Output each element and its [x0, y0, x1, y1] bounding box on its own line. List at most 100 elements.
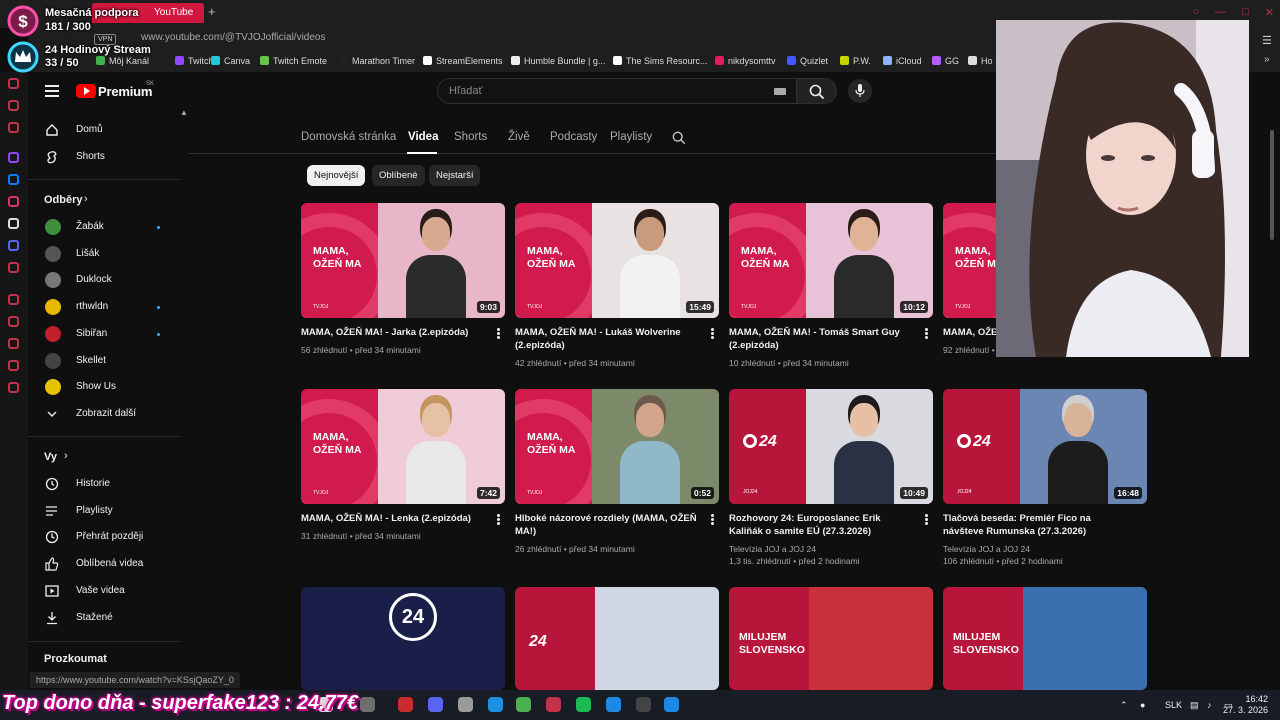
close-window-icon[interactable]: ✕ — [1265, 6, 1274, 19]
bookmark-item[interactable]: Humble Bundle | g... — [511, 56, 605, 66]
menu-icon[interactable] — [45, 85, 59, 97]
discord-icon[interactable] — [428, 697, 443, 712]
new-tab-button[interactable]: + — [208, 4, 216, 19]
more-actions-icon[interactable] — [925, 514, 928, 525]
steam-icon[interactable] — [488, 697, 503, 712]
volume-icon[interactable]: ♪ — [1207, 700, 1212, 710]
search-button[interactable] — [797, 78, 837, 104]
messenger-icon[interactable] — [8, 174, 19, 185]
video-card[interactable]: MILUJEM SLOVENSKO — [729, 587, 933, 690]
voice-search-button[interactable] — [848, 79, 872, 103]
video-thumbnail[interactable]: MAMA, OŽEŇ MA TVJOJ 7:42 — [301, 389, 505, 504]
video-thumbnail[interactable]: MAMA, OŽEŇ MA TVJOJ 15:49 — [515, 203, 719, 318]
sidebar-item[interactable]: Show Us — [28, 374, 183, 400]
video-card[interactable]: MILUJEM SLOVENSKO — [943, 587, 1147, 690]
tab-5[interactable]: Playlisty — [610, 131, 652, 143]
extension-icon[interactable] — [8, 122, 19, 133]
tab-2[interactable]: Shorts — [454, 131, 487, 143]
chrome-icon[interactable] — [516, 697, 531, 712]
video-title[interactable]: MAMA, OŽEŇ MA! - Tomáš Smart Guy (2.epiz… — [729, 326, 913, 352]
app-icon[interactable] — [546, 697, 561, 712]
youtube-premium-logo[interactable]: Premium — [98, 84, 152, 99]
more-actions-icon[interactable] — [711, 514, 714, 525]
language-indicator[interactable]: SLK — [1165, 700, 1182, 710]
video-title[interactable]: MAMA, OŽEŇ MA! - Lenka (2.epizóda) — [301, 512, 485, 525]
extension-icon[interactable] — [8, 360, 19, 371]
app-icon[interactable] — [636, 697, 651, 712]
more-actions-icon[interactable] — [711, 328, 714, 339]
video-thumbnail[interactable]: 24 JOJ24 16:48 — [943, 389, 1147, 504]
app-icon[interactable] — [606, 697, 621, 712]
video-thumbnail[interactable]: MAMA, OŽEŇ MA TVJOJ 9:03 — [301, 203, 505, 318]
discord-icon[interactable] — [8, 240, 19, 251]
video-thumbnail[interactable]: MILUJEM SLOVENSKO — [943, 587, 1147, 690]
sidebar-item[interactable]: Duklock — [28, 267, 183, 293]
sidebar-item[interactable]: Stažené — [28, 605, 183, 631]
video-thumbnail[interactable]: 24 JOJ24 10:49 — [729, 389, 933, 504]
extension-icon[interactable] — [8, 100, 19, 111]
app-icon[interactable] — [664, 697, 679, 712]
bookmark-item[interactable]: GG — [932, 56, 959, 66]
video-thumbnail[interactable]: MAMA, OŽEŇ MA TVJOJ 0:52 — [515, 389, 719, 504]
more-actions-icon[interactable] — [925, 328, 928, 339]
taskbar-clock[interactable]: 16:42 27. 3. 2026 — [1223, 694, 1268, 716]
subscriptions-header[interactable]: Odběry — [44, 194, 83, 206]
tab-0[interactable]: Domovská stránka — [301, 131, 396, 143]
obs-icon[interactable] — [458, 697, 473, 712]
video-title[interactable]: MAMA, OŽEŇ MA! - Jarka (2.epizóda) — [301, 326, 485, 339]
video-card[interactable]: 24 — [515, 587, 719, 690]
sidebar-toggle-icon[interactable]: ☰ — [1262, 34, 1272, 47]
bookmark-item[interactable]: Quizlet — [787, 56, 828, 66]
bookmark-item[interactable]: Marathon Timer — [339, 56, 415, 66]
bookmark-item[interactable]: P.W. — [840, 56, 871, 66]
sidebar-item[interactable]: Zobrazit další — [28, 401, 183, 427]
spotify-icon[interactable] — [576, 697, 591, 712]
video-thumbnail[interactable]: MAMA, OŽEŇ MA TVJOJ 10:12 — [729, 203, 933, 318]
bookmark-item[interactable]: Twitch Emote — [260, 56, 327, 66]
more-actions-icon[interactable] — [497, 328, 500, 339]
extension-icon[interactable] — [8, 294, 19, 305]
sidebar-item[interactable]: Historie — [28, 471, 183, 497]
bookmark-item[interactable]: Canva — [211, 56, 250, 66]
search-input[interactable] — [438, 79, 758, 103]
bookmark-item[interactable]: iCloud — [883, 56, 922, 66]
bookmark-item[interactable]: StreamElements — [423, 56, 503, 66]
opera-icon[interactable] — [398, 697, 413, 712]
settings-icon[interactable] — [8, 382, 19, 393]
tab-1[interactable]: Videa — [408, 131, 438, 143]
video-title[interactable]: Rozhovory 24: Europoslanec Erik Kaliňák … — [729, 512, 913, 538]
video-thumbnail[interactable]: 24 — [301, 587, 505, 690]
sidebar-item[interactable]: Lišák — [28, 241, 183, 267]
chevron-right-icon[interactable]: › — [64, 450, 68, 462]
bookmark-item[interactable]: Ho — [968, 56, 993, 66]
bookmark-item[interactable]: nikdysomttv — [715, 56, 776, 66]
page-scrollbar[interactable] — [1268, 108, 1276, 690]
instagram-icon[interactable] — [8, 196, 19, 207]
sidebar-item[interactable]: Vaše videa — [28, 578, 183, 604]
search-tabs-icon[interactable]: ○ — [1192, 6, 1199, 19]
minimize-icon[interactable]: — — [1215, 6, 1226, 19]
extension-icon[interactable] — [8, 78, 19, 89]
sort-chip[interactable]: Nejnovější — [307, 165, 366, 186]
search-box[interactable] — [437, 78, 797, 104]
chevron-right-icon[interactable]: › — [84, 193, 88, 205]
more-actions-icon[interactable] — [497, 514, 500, 525]
sidebar-item[interactable]: Domů — [28, 117, 183, 143]
channel-search-icon[interactable] — [672, 131, 686, 145]
extension-icon[interactable] — [8, 262, 19, 273]
tab-4[interactable]: Podcasty — [550, 131, 597, 143]
scroll-up-icon[interactable]: ▲ — [180, 108, 188, 117]
sidebar-item[interactable]: rthwldn — [28, 294, 183, 320]
video-thumbnail[interactable]: MILUJEM SLOVENSKO — [729, 587, 933, 690]
sort-chip[interactable]: Oblíbené — [372, 165, 425, 186]
bookmark-item[interactable]: Môj Kanál — [96, 56, 149, 66]
mic-tray-icon[interactable]: ● — [1140, 700, 1145, 710]
youtube-logo-icon[interactable] — [76, 84, 96, 98]
x-icon[interactable] — [8, 218, 19, 229]
sidebar-item[interactable]: Oblíbená videa — [28, 551, 183, 577]
keyboard-icon[interactable] — [774, 88, 786, 95]
extension-icon[interactable] — [8, 338, 19, 349]
bookmark-item[interactable]: Twitch — [175, 56, 214, 66]
sidebar-item[interactable]: Žabák — [28, 214, 183, 240]
video-title[interactable]: Tlačová beseda: Premiér Fico na návšteve… — [943, 512, 1127, 538]
